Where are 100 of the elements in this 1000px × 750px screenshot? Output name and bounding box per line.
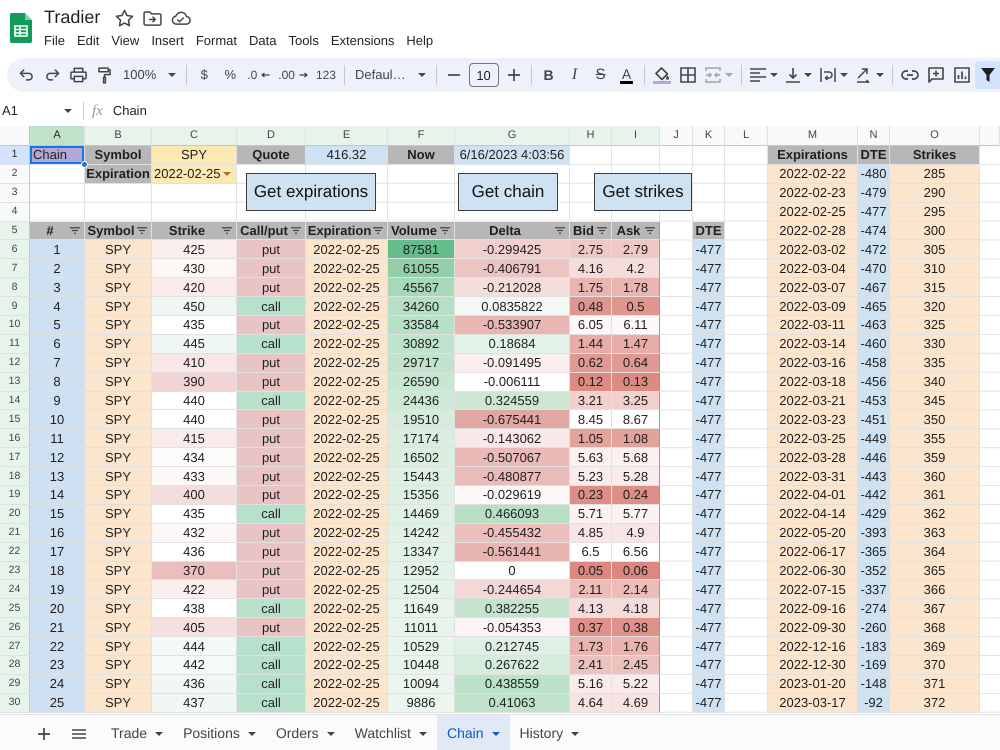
- table-cell[interactable]: 2022-07-15: [768, 580, 858, 600]
- table-cell[interactable]: -337: [858, 580, 890, 600]
- table-cell[interactable]: SPY: [85, 334, 152, 354]
- menu-item[interactable]: View: [105, 30, 146, 52]
- table-cell[interactable]: call: [237, 297, 306, 316]
- table-cell[interactable]: -477: [693, 674, 725, 694]
- table-cell[interactable]: 420: [152, 278, 237, 298]
- filter-button[interactable]: [974, 61, 1000, 89]
- table-cell[interactable]: -477: [693, 504, 725, 524]
- row-header[interactable]: 22: [0, 542, 30, 562]
- table-cell[interactable]: 26590: [388, 372, 455, 392]
- table-cell[interactable]: 345: [890, 392, 980, 410]
- table-cell[interactable]: 359: [890, 448, 980, 468]
- table-cell[interactable]: -477: [693, 618, 725, 638]
- table-cell[interactable]: 2022-02-25: [306, 542, 388, 562]
- column-filter-icon[interactable]: [137, 227, 147, 234]
- table-cell[interactable]: 2022-02-23: [768, 184, 858, 203]
- table-cell[interactable]: 1.44: [570, 334, 612, 354]
- table-cell[interactable]: 1.08: [612, 429, 660, 448]
- column-filter-icon[interactable]: [70, 227, 80, 234]
- table-cell[interactable]: put: [237, 410, 306, 430]
- table-cell[interactable]: 20: [30, 599, 85, 618]
- table-cell[interactable]: 365: [890, 562, 980, 580]
- table-cell[interactable]: 405: [152, 618, 237, 638]
- table-cell[interactable]: 2022-12-30: [768, 656, 858, 675]
- table-cell[interactable]: 0.438559: [455, 674, 570, 694]
- column-header[interactable]: D: [237, 126, 306, 146]
- table-cell[interactable]: -458: [858, 354, 890, 373]
- table-cell[interactable]: -479: [858, 184, 890, 203]
- table-cell[interactable]: 315: [890, 278, 980, 298]
- table-cell[interactable]: 2022-02-25: [306, 316, 388, 335]
- table-cell[interactable]: put: [237, 486, 306, 505]
- table-cell[interactable]: 1: [30, 240, 85, 260]
- table-cell[interactable]: Expiration: [85, 164, 152, 184]
- table-cell[interactable]: 2022-03-07: [768, 278, 858, 298]
- table-cell[interactable]: -0.533907: [455, 316, 570, 335]
- table-cell[interactable]: call: [237, 656, 306, 675]
- row-header[interactable]: 23: [0, 562, 30, 580]
- table-cell[interactable]: 2022-02-25: [306, 674, 388, 694]
- table-cell[interactable]: 2022-09-16: [768, 599, 858, 618]
- table-cell[interactable]: -477: [693, 372, 725, 392]
- table-cell[interactable]: 2022-02-25: [306, 599, 388, 618]
- table-cell[interactable]: 2022-02-25: [306, 486, 388, 505]
- table-cell[interactable]: -474: [858, 222, 890, 240]
- table-cell[interactable]: -477: [693, 316, 725, 335]
- column-filter-icon[interactable]: [555, 227, 565, 234]
- table-cell[interactable]: 45567: [388, 278, 455, 298]
- decrease-decimal-button[interactable]: .0: [243, 61, 274, 89]
- table-cell[interactable]: -465: [858, 297, 890, 316]
- currency-button[interactable]: $: [191, 61, 218, 89]
- table-cell[interactable]: SPY: [85, 504, 152, 524]
- sheet-tab[interactable]: Orders: [266, 715, 345, 750]
- table-cell[interactable]: -477: [693, 562, 725, 580]
- increase-decimal-button[interactable]: .00: [274, 61, 312, 89]
- table-cell[interactable]: 8: [30, 372, 85, 392]
- row-header[interactable]: 8: [0, 278, 30, 298]
- table-cell[interactable]: 0.23: [570, 486, 612, 505]
- table-cell[interactable]: 1.75: [570, 278, 612, 298]
- table-cell[interactable]: 6.05: [570, 316, 612, 335]
- table-cell[interactable]: 0.06: [612, 562, 660, 580]
- table-cell[interactable]: 2022-03-16: [768, 354, 858, 373]
- table-cell[interactable]: 2022-03-02: [768, 240, 858, 260]
- table-cell[interactable]: 450: [152, 297, 237, 316]
- table-cell[interactable]: 17174: [388, 429, 455, 448]
- table-cell[interactable]: -0.006111: [455, 372, 570, 392]
- row-header[interactable]: 18: [0, 467, 30, 486]
- table-cell[interactable]: -477: [693, 410, 725, 430]
- table-cell[interactable]: Quote: [237, 146, 306, 165]
- table-cell[interactable]: 0.212745: [455, 637, 570, 656]
- table-cell[interactable]: -456: [858, 372, 890, 392]
- table-cell[interactable]: 350: [890, 410, 980, 430]
- table-cell[interactable]: 425: [152, 240, 237, 260]
- table-cell[interactable]: 370: [890, 656, 980, 675]
- table-cell[interactable]: 5.68: [612, 448, 660, 468]
- fill-handle-icon[interactable]: [81, 160, 88, 168]
- caret-icon[interactable]: [492, 732, 500, 736]
- caret-icon[interactable]: [571, 732, 580, 736]
- menu-item[interactable]: Tools: [282, 30, 325, 52]
- table-cell[interactable]: 0: [455, 562, 570, 580]
- table-cell[interactable]: 2023-03-17: [768, 694, 858, 713]
- row-header[interactable]: 4: [0, 202, 30, 222]
- table-cell[interactable]: 2.79: [612, 240, 660, 260]
- bold-button[interactable]: B: [536, 61, 562, 89]
- document-title[interactable]: Tradier: [44, 6, 100, 28]
- table-cell[interactable]: 320: [890, 297, 980, 316]
- table-cell[interactable]: put: [237, 467, 306, 486]
- table-cell[interactable]: -477: [693, 694, 725, 713]
- column-filter-icon[interactable]: [222, 227, 232, 234]
- table-cell[interactable]: 0.12: [570, 372, 612, 392]
- table-cell[interactable]: 5.16: [570, 674, 612, 694]
- table-cell[interactable]: 9886: [388, 694, 455, 713]
- table-cell[interactable]: 2022-02-25: [306, 297, 388, 316]
- row-header[interactable]: 10: [0, 316, 30, 335]
- table-cell[interactable]: SPY: [85, 486, 152, 505]
- script-button[interactable]: Get strikes: [594, 173, 692, 211]
- table-cell[interactable]: SPY: [85, 524, 152, 543]
- table-cell[interactable]: 0.38: [612, 618, 660, 638]
- table-cell[interactable]: 5.71: [570, 504, 612, 524]
- table-cell[interactable]: 23: [30, 656, 85, 675]
- table-cell[interactable]: 0.13: [612, 372, 660, 392]
